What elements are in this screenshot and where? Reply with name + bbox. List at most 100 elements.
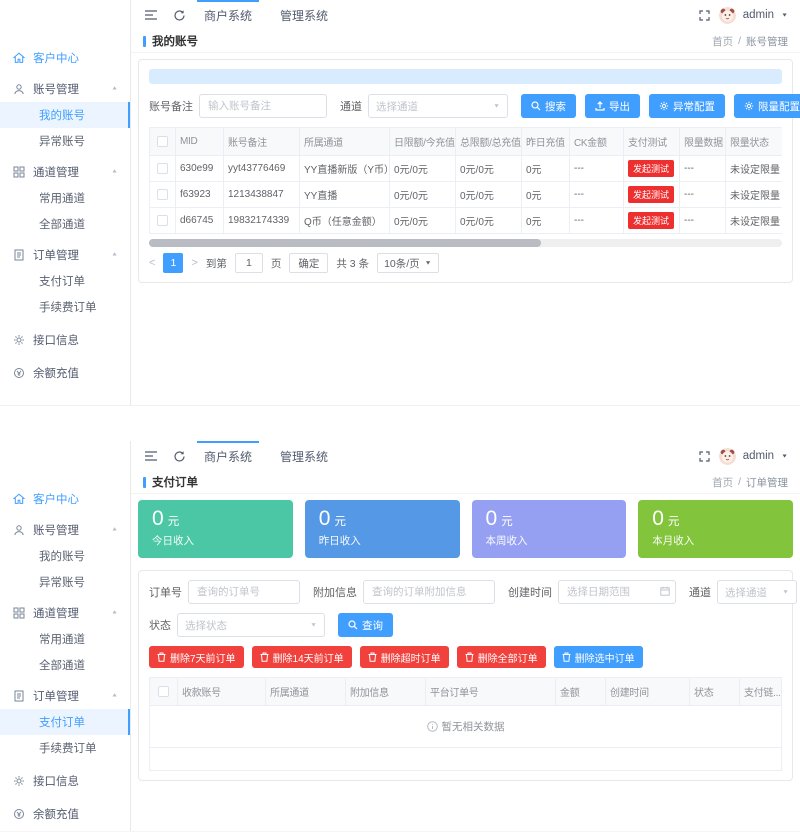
pay-test-button[interactable]: 发起测试 [628, 186, 674, 203]
scrollbar-thumb[interactable] [149, 239, 541, 247]
orders-card: 订单号 附加信息 创建时间 通道 [138, 570, 793, 781]
stat-value: 0 [486, 507, 498, 530]
user-menu[interactable]: admin [743, 9, 774, 21]
cell-limit-status: 未设定限量 [726, 182, 783, 208]
sidebar-item-customer-center[interactable]: 客户中心 [0, 485, 130, 512]
sidebar-item-api-info[interactable]: 接口信息 [0, 326, 130, 353]
sidebar-item-abnormal-accounts[interactable]: 异常账号 [0, 569, 130, 595]
sidebar-group-order[interactable]: 订单管理 ▲ [0, 241, 130, 268]
sidebar-item-common-channels[interactable]: 常用通道 [0, 626, 130, 652]
sidebar-item-fee-orders[interactable]: 手续费订单 [0, 294, 130, 320]
col-channel: 所属通道 [300, 128, 390, 156]
sidebar-item-payment-orders[interactable]: 支付订单 [0, 709, 130, 735]
export-button[interactable]: 导出 [585, 94, 640, 118]
query-button[interactable]: 查询 [338, 613, 393, 637]
search-button[interactable]: 搜索 [521, 94, 576, 118]
sidebar-item-abnormal-accounts[interactable]: 异常账号 [0, 128, 130, 154]
sidebar-group-channel[interactable]: 通道管理 ▲ [0, 158, 130, 185]
sidebar-group-channel[interactable]: 通道管理 ▲ [0, 599, 130, 626]
orders-table-wrap: 收款账号 所属通道 附加信息 平台订单号 金额 创建时间 状态 支付链... [149, 677, 782, 771]
fullscreen-icon[interactable] [697, 8, 712, 23]
user-menu[interactable]: admin [743, 450, 774, 462]
extra-info-input[interactable] [363, 580, 495, 604]
empty-state-text: 暂无相关数据 [442, 721, 505, 733]
breadcrumb-separator: / [738, 476, 741, 488]
channel-filter-select[interactable]: 选择通道 ▼ [717, 580, 797, 604]
search-button-label: 搜索 [545, 99, 566, 114]
row-checkbox[interactable] [157, 163, 168, 174]
coin-icon [12, 807, 25, 820]
cell-channel: Q币（任意金额） [300, 208, 390, 234]
content-area: 0元 今日收入 0元 昨日收入 0元 本周收入 0元 本月收入 [131, 494, 800, 831]
sidebar: 客户中心 账号管理 ▲ 我的账号 异常账号 通道管理 ▲ 常用通道 全部通道 订… [0, 0, 131, 405]
breadcrumb-home[interactable]: 首页 [712, 34, 733, 49]
sidebar-item-payment-orders[interactable]: 支付订单 [0, 268, 130, 294]
select-all-checkbox[interactable] [157, 136, 168, 147]
page-number[interactable]: 1 [163, 253, 183, 273]
sidebar-group-account[interactable]: 账号管理 ▲ [0, 75, 130, 102]
sidebar-group-label: 订单管理 [33, 688, 79, 704]
channel-filter-select[interactable]: 选择通道 ▼ [368, 94, 508, 118]
refresh-icon[interactable] [172, 449, 187, 464]
row-checkbox[interactable] [157, 215, 168, 226]
sidebar-item-api-info[interactable]: 接口信息 [0, 767, 130, 794]
date-range-input[interactable] [558, 580, 676, 604]
tab-merchant-system[interactable]: 商户系统 [201, 0, 255, 30]
page-size-select[interactable]: 10条/页 ▼ [377, 253, 439, 273]
channel-filter-label: 通道 [340, 98, 362, 114]
pay-test-button[interactable]: 发起测试 [628, 160, 674, 177]
fullscreen-icon[interactable] [697, 449, 712, 464]
table-footer-space [149, 748, 782, 771]
delete-selected-button[interactable]: 删除选中订单 [554, 646, 643, 668]
query-button-label: 查询 [362, 618, 383, 633]
search-icon [531, 101, 541, 111]
breadcrumb-bar: 支付订单 首页 / 订单管理 [131, 471, 800, 494]
sidebar-item-all-channels[interactable]: 全部通道 [0, 652, 130, 678]
limit-config-label: 限量配置 [758, 99, 800, 114]
sidebar-item-label: 余额充值 [33, 806, 79, 822]
select-all-checkbox[interactable] [158, 686, 169, 697]
sidebar-item-balance-recharge[interactable]: 余额充值 [0, 800, 130, 827]
sidebar-item-balance-recharge[interactable]: 余额充值 [0, 359, 130, 386]
avatar[interactable] [719, 448, 736, 465]
menu-collapse-icon[interactable] [143, 8, 158, 23]
avatar[interactable] [719, 7, 736, 24]
filter-row-2: 状态 选择状态 ▼ 查询 [149, 613, 782, 637]
refresh-icon[interactable] [172, 8, 187, 23]
menu-collapse-icon[interactable] [143, 449, 158, 464]
orders-table: 收款账号 所属通道 附加信息 平台订单号 金额 创建时间 状态 支付链... [149, 677, 782, 748]
col-limit-data: 限量数据 [680, 128, 726, 156]
pay-test-button[interactable]: 发起测试 [628, 212, 674, 229]
sidebar-item-my-accounts[interactable]: 我的账号 [0, 543, 130, 569]
goto-confirm-button[interactable]: 确定 [289, 253, 328, 273]
tab-merchant-system[interactable]: 商户系统 [201, 441, 255, 471]
cell-daily: 0元/0元 [390, 208, 456, 234]
delete-7days-button[interactable]: 删除7天前订单 [149, 646, 244, 668]
status-filter-select[interactable]: 选择状态 ▼ [177, 613, 325, 637]
sidebar-item-fee-orders[interactable]: 手续费订单 [0, 735, 130, 761]
order-no-input[interactable] [188, 580, 300, 604]
row-checkbox[interactable] [157, 189, 168, 200]
sidebar-item-customer-center[interactable]: 客户中心 [0, 44, 130, 71]
delete-14days-button[interactable]: 删除14天前订单 [252, 646, 352, 668]
sidebar-item-my-accounts[interactable]: 我的账号 [0, 102, 130, 128]
limit-config-button[interactable]: 限量配置 [734, 94, 800, 118]
sidebar-item-all-channels[interactable]: 全部通道 [0, 211, 130, 237]
page-size-value: 10条/页 [384, 256, 420, 271]
table-row: d66745 19832174339 Q币（任意金额） 0元/0元 0元/0元 … [150, 208, 783, 234]
tab-admin-system[interactable]: 管理系统 [277, 0, 331, 30]
abnormal-config-button[interactable]: 异常配置 [649, 94, 725, 118]
delete-all-button[interactable]: 删除全部订单 [457, 646, 546, 668]
stat-unit: 元 [168, 516, 180, 528]
prev-page-button[interactable]: < [149, 257, 155, 269]
breadcrumb-home[interactable]: 首页 [712, 475, 733, 490]
sidebar-group-order[interactable]: 订单管理 ▲ [0, 682, 130, 709]
remark-filter-input[interactable] [199, 94, 327, 118]
sidebar-item-common-channels[interactable]: 常用通道 [0, 185, 130, 211]
delete-timeout-button[interactable]: 删除超时订单 [360, 646, 449, 668]
sidebar-group-account[interactable]: 账号管理 ▲ [0, 516, 130, 543]
next-page-button[interactable]: > [191, 257, 197, 269]
goto-page-input[interactable] [235, 253, 263, 273]
tab-admin-system[interactable]: 管理系统 [277, 441, 331, 471]
stat-label: 昨日收入 [319, 533, 446, 548]
